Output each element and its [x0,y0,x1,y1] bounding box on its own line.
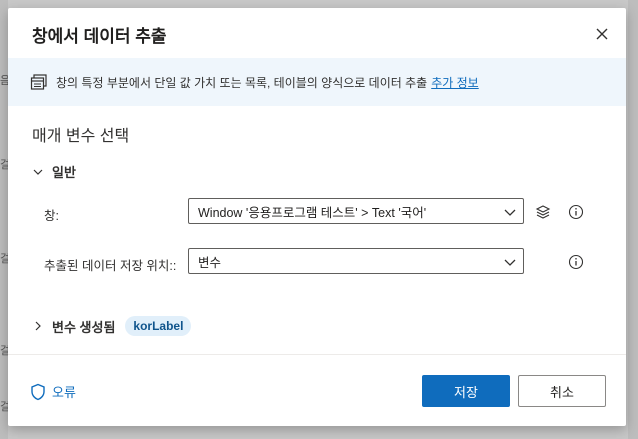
info-icon [568,254,584,270]
shield-icon [30,383,46,401]
store-info-button[interactable] [567,253,585,271]
footer-divider [8,354,626,355]
dialog-title: 창에서 데이터 추출 [32,27,167,46]
chevron-down-icon [504,259,516,266]
errors-button[interactable]: 오류 [30,382,76,401]
info-icon [568,204,584,220]
window-label: 창: [44,209,59,223]
variables-group-toggle[interactable]: 변수 생성됨 korLabel [32,316,192,336]
info-text: 창의 특정 부분에서 단일 값 가치 또는 목록, 테이블의 양식으로 데이터 … [56,75,428,90]
save-button[interactable]: 저장 [422,375,510,407]
more-info-link[interactable]: 추가 정보 [431,74,479,91]
store-select-value: 변수 [198,255,222,270]
variables-group-label: 변수 생성됨 [52,319,116,335]
general-group-label: 일반 [52,165,76,180]
layers-icon [535,205,551,219]
cancel-button[interactable]: 취소 [518,375,606,407]
section-title: 매개 변수 선택 [32,128,130,145]
general-group-toggle[interactable]: 일반 [32,162,76,181]
window-info-button[interactable] [567,203,585,221]
chevron-down-icon [32,165,46,179]
background-window-right [628,0,638,439]
close-icon [596,28,608,40]
store-label: 추출된 데이터 저장 위치:: [44,259,177,273]
window-extract-icon [30,73,48,91]
chevron-right-icon [32,319,46,333]
errors-label: 오류 [52,385,76,400]
extract-data-dialog: 창에서 데이터 추출 창의 특정 부분에서 단일 값 가치 또는 목록, 테이블… [8,8,626,426]
variable-chip[interactable]: korLabel [125,316,192,336]
window-select[interactable]: Window '응용프로그램 테스트' > Text '국어' [188,198,524,224]
background-window-left [0,0,8,439]
chevron-down-icon [504,209,516,216]
close-button[interactable] [592,24,612,44]
window-select-value: Window '응용프로그램 테스트' > Text '국어' [198,205,427,220]
ui-elements-button[interactable] [534,203,552,221]
store-select[interactable]: 변수 [188,248,524,274]
info-bar: 창의 특정 부분에서 단일 값 가치 또는 목록, 테이블의 양식으로 데이터 … [8,58,626,106]
